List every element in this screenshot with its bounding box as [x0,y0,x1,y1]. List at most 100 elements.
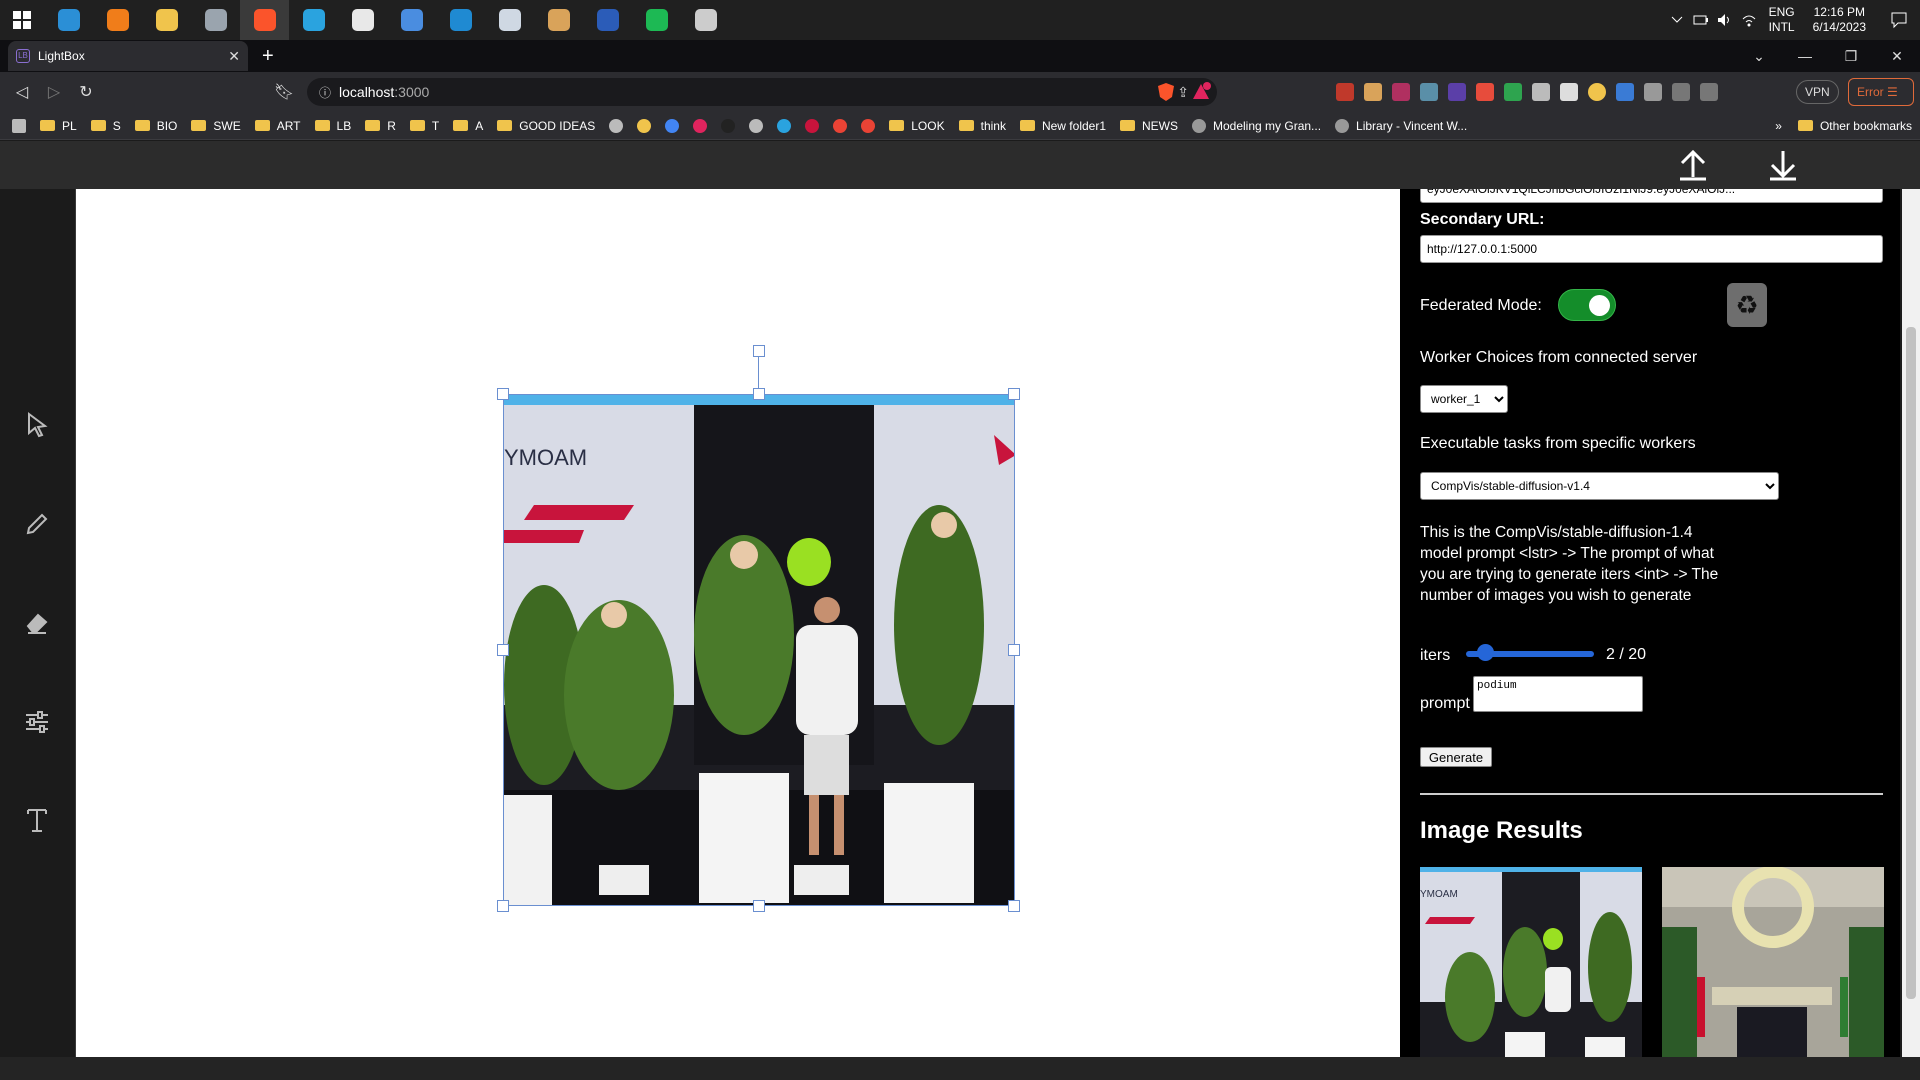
result-image-1[interactable]: YMOAM [1420,867,1642,1057]
tab-search-icon[interactable]: ⌄ [1736,48,1782,65]
brave-rewards-icon[interactable] [1191,82,1211,102]
close-tab-icon[interactable]: ✕ [228,48,240,65]
bookmark-folder[interactable]: NEWS [1120,119,1178,133]
extension-icon[interactable] [1560,83,1578,101]
restore-icon[interactable]: ❐ [1828,48,1874,65]
minimize-icon[interactable]: — [1782,48,1828,64]
clock[interactable]: 12:16 PM 6/14/2023 [1813,5,1866,35]
share-icon[interactable]: ⇪ [1177,84,1189,101]
bookmarks-overflow-icon[interactable]: » [1775,119,1782,133]
bookmark-folder[interactable]: LB [314,119,351,133]
taskbar-app-spotify[interactable] [632,0,681,40]
extension-icon[interactable] [1504,83,1522,101]
ublock-icon[interactable] [1336,83,1354,101]
extension-icon[interactable] [1364,83,1382,101]
taskbar-app-telegram[interactable] [289,0,338,40]
site-favicon-icon[interactable] [861,118,876,133]
text-tool[interactable] [20,803,54,837]
bookmark-folder[interactable]: BIO [134,119,177,133]
extension-icon[interactable] [1420,83,1438,101]
bookmark-link[interactable]: Library - Vincent W... [1335,118,1467,133]
refresh-workers-button[interactable]: ♻ [1727,283,1767,327]
resize-handle[interactable] [497,900,509,912]
iters-slider[interactable] [1466,644,1594,661]
taskbar-app-linux[interactable] [338,0,387,40]
site-favicon-icon[interactable] [693,118,708,133]
bookmark-folder[interactable]: R [365,119,396,133]
taskbar-app-library[interactable] [534,0,583,40]
download-button[interactable] [1763,145,1803,185]
extension-icon[interactable] [1476,83,1494,101]
bookmark-link[interactable]: Modeling my Gran... [1192,118,1321,133]
site-favicon-icon[interactable] [749,118,764,133]
resize-handle[interactable] [753,388,765,400]
browser-tab-active[interactable]: LB LightBox ✕ [8,41,248,71]
prompt-input[interactable] [1473,676,1643,712]
bookmark-folder[interactable]: SWE [191,119,241,133]
adjustments-tool[interactable] [20,705,54,739]
back-icon[interactable]: ◁ [6,82,38,102]
apps-icon[interactable] [12,118,26,133]
secondary-url-input[interactable] [1420,235,1883,263]
bookmark-icon[interactable]: 🔖︎ [268,82,300,102]
taskbar-app-qbittorrent[interactable] [387,0,436,40]
result-image-2[interactable] [1662,867,1884,1057]
wifi-icon[interactable] [1741,13,1757,27]
drawing-canvas[interactable]: YMOAM [76,189,1400,1057]
taskbar-app-edge[interactable] [44,0,93,40]
forward-icon[interactable]: ▷ [38,82,70,102]
panel-scrollbar[interactable] [1902,189,1920,1057]
bookmark-folder[interactable]: LOOK [889,119,945,133]
close-window-icon[interactable]: ✕ [1874,48,1920,65]
upload-button[interactable] [1673,145,1713,185]
taskbar-app-brave[interactable] [240,0,289,40]
puzzle-icon[interactable] [1644,83,1662,101]
slider-thumb[interactable] [1477,644,1494,661]
taskbar-app-vscode[interactable] [436,0,485,40]
bookmark-folder[interactable]: PL [40,119,77,133]
star-icon[interactable] [1588,83,1606,101]
bookmark-folder[interactable]: think [958,119,1006,133]
generate-button[interactable]: Generate [1420,747,1492,767]
scrollbar-thumb[interactable] [1906,327,1916,999]
windows-start-button[interactable] [0,0,44,40]
site-favicon-icon[interactable] [805,118,820,133]
task-select[interactable]: CompVis/stable-diffusion-v1.4 [1420,472,1779,500]
taskbar-app-file-explorer[interactable] [142,0,191,40]
vpn-button[interactable]: VPN [1796,80,1839,104]
extension-icon[interactable] [1532,83,1550,101]
site-favicon-icon[interactable] [833,118,848,133]
rotate-handle[interactable] [753,345,765,357]
resize-handle[interactable] [1008,900,1020,912]
bookmark-folder[interactable]: New folder1 [1019,119,1106,133]
battery-icon[interactable] [1693,14,1709,26]
wallet-icon[interactable] [1700,83,1718,101]
resize-handle[interactable] [1008,388,1020,400]
volume-icon[interactable] [1717,13,1733,27]
federated-mode-toggle[interactable] [1558,289,1616,321]
other-bookmarks[interactable]: » Other bookmarks [1775,119,1912,133]
selected-image[interactable]: YMOAM [503,394,1015,906]
site-favicon-icon[interactable] [721,118,736,133]
resize-handle[interactable] [497,388,509,400]
site-info-icon[interactable]: ⓘ [319,84,331,101]
translate-icon[interactable] [1616,83,1634,101]
taskbar-app-printer[interactable] [191,0,240,40]
resize-handle[interactable] [497,644,509,656]
sidebar-icon[interactable] [1672,83,1690,101]
resize-handle[interactable] [1008,644,1020,656]
bookmark-folder[interactable]: ART [254,119,301,133]
taskbar-app-search[interactable] [93,0,142,40]
taskbar-app-steam[interactable] [485,0,534,40]
reload-icon[interactable]: ↻ [70,82,102,102]
bookmark-folder[interactable]: A [453,119,483,133]
error-button[interactable]: Error ☰ [1848,78,1914,106]
site-favicon-icon[interactable] [637,118,652,133]
select-tool[interactable] [20,408,54,442]
address-bar[interactable]: ⓘ localhost:3000 ⇪ [307,78,1217,106]
site-favicon-icon[interactable] [777,118,792,133]
worker-select[interactable]: worker_1 [1420,385,1508,413]
primary-url-input[interactable] [1420,189,1883,203]
extension-icon[interactable] [1392,83,1410,101]
site-favicon-icon[interactable] [665,118,680,133]
